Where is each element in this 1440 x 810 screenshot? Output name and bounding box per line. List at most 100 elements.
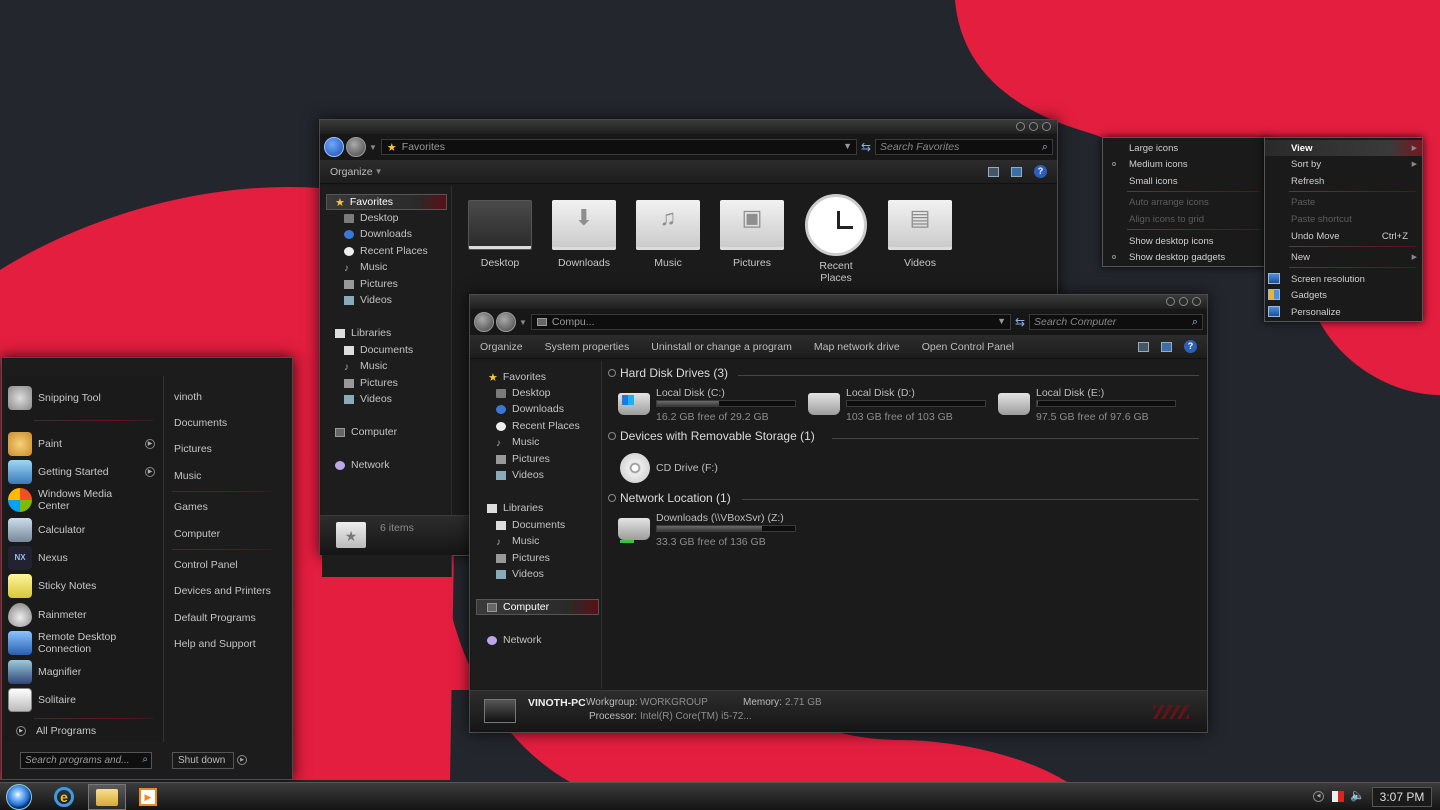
program-rainmeter[interactable]: Rainmeter xyxy=(4,601,163,629)
menu-large-icons[interactable]: Large icons xyxy=(1103,140,1267,156)
menu-show-desktop-icons[interactable]: Show desktop icons xyxy=(1103,233,1267,249)
nav-network[interactable]: Network xyxy=(322,457,451,473)
item-desktop[interactable]: Desktop xyxy=(463,200,537,269)
search-icon[interactable]: ⌕ xyxy=(1192,316,1198,329)
nav-lib-music[interactable]: ♪ Music xyxy=(322,358,451,374)
history-dropdown-icon[interactable]: ▼ xyxy=(519,318,527,327)
collapse-icon[interactable] xyxy=(608,369,616,377)
nav-network[interactable]: Network xyxy=(472,632,601,648)
nav-lib-music[interactable]: ♪ Music xyxy=(472,533,601,549)
nav-favorites[interactable]: ★ Favorites xyxy=(472,369,601,385)
cd-drive-label[interactable]: CD Drive (F:) xyxy=(656,462,718,474)
menu-align-grid[interactable]: Align icons to grid xyxy=(1103,211,1267,227)
nav-videos[interactable]: Videos xyxy=(472,467,601,483)
taskbar-explorer[interactable] xyxy=(88,784,126,810)
drive-c[interactable]: Local Disk (C:) 16.2 GB free of 29.2 GB xyxy=(618,387,798,423)
action-center-flag-icon[interactable] xyxy=(1332,791,1344,802)
menu-gadgets[interactable]: Gadgets xyxy=(1265,287,1422,303)
nav-recent-places[interactable]: Recent Places xyxy=(322,243,451,259)
start-link-games[interactable]: Games xyxy=(174,501,208,513)
program-solitaire[interactable]: Solitaire xyxy=(4,686,163,714)
nav-lib-videos[interactable]: Videos xyxy=(472,566,601,582)
shutdown-button[interactable]: Shut down xyxy=(172,752,234,769)
change-view-icon[interactable] xyxy=(1138,341,1149,352)
nav-desktop[interactable]: Desktop xyxy=(472,385,601,401)
submenu-arrow-icon[interactable]: ▶ xyxy=(145,439,155,449)
start-link-pictures[interactable]: Pictures xyxy=(174,443,212,455)
open-control-panel-button[interactable]: Open Control Panel xyxy=(922,341,1014,353)
start-link-user[interactable]: vinoth xyxy=(174,391,202,403)
nav-pictures[interactable]: Pictures xyxy=(472,451,601,467)
start-link-music[interactable]: Music xyxy=(174,470,201,482)
menu-auto-arrange[interactable]: Auto arrange icons xyxy=(1103,194,1267,210)
start-link-default-programs[interactable]: Default Programs xyxy=(174,612,256,624)
nav-recent-places[interactable]: Recent Places xyxy=(472,418,601,434)
program-snipping-tool[interactable]: Snipping Tool xyxy=(4,384,163,412)
maximize-button[interactable] xyxy=(1029,122,1038,131)
item-downloads[interactable]: ⬇ Downloads xyxy=(547,200,621,269)
start-link-devices-printers[interactable]: Devices and Printers xyxy=(174,585,271,597)
program-media-center[interactable]: Windows Media Center xyxy=(4,486,163,514)
start-menu[interactable]: Snipping Tool Paint ▶ Getting Started ▶ Wi… xyxy=(1,357,293,780)
nav-pictures[interactable]: Pictures xyxy=(322,276,451,292)
menu-paste-shortcut[interactable]: Paste shortcut xyxy=(1265,211,1422,227)
desktop-context-menu[interactable]: View ▶ Sort by ▶ Refresh Paste Paste short… xyxy=(1264,137,1423,322)
preview-pane-icon[interactable] xyxy=(1161,341,1172,352)
nav-downloads[interactable]: Downloads xyxy=(322,226,451,242)
organize-button[interactable]: Organize xyxy=(330,166,373,178)
program-calculator[interactable]: Calculator xyxy=(4,516,163,544)
help-icon[interactable]: ? xyxy=(1034,165,1047,178)
menu-medium-icons[interactable]: Medium icons xyxy=(1103,156,1267,172)
history-dropdown-icon[interactable]: ▼ xyxy=(369,143,377,152)
computer-titlebar[interactable] xyxy=(470,295,1207,309)
help-icon[interactable]: ? xyxy=(1184,340,1197,353)
nav-libraries[interactable]: Libraries xyxy=(472,500,601,516)
nav-computer[interactable]: Computer xyxy=(476,599,599,615)
menu-screen-resolution[interactable]: Screen resolution xyxy=(1265,271,1422,287)
change-view-icon[interactable] xyxy=(988,166,999,177)
menu-view[interactable]: View ▶ xyxy=(1265,140,1422,156)
nav-favorites[interactable]: ★ Favorites xyxy=(326,194,447,210)
address-dropdown-icon[interactable]: ▼ xyxy=(843,141,852,151)
nav-videos[interactable]: Videos xyxy=(322,292,451,308)
menu-paste[interactable]: Paste xyxy=(1265,194,1422,210)
nav-lib-pictures[interactable]: Pictures xyxy=(472,550,601,566)
search-input[interactable]: Search Favorites ⌕ xyxy=(875,139,1053,155)
item-videos[interactable]: ▤ Videos xyxy=(883,200,957,269)
system-properties-button[interactable]: System properties xyxy=(545,341,630,353)
program-sticky-notes[interactable]: Sticky Notes xyxy=(4,572,163,600)
maximize-button[interactable] xyxy=(1179,297,1188,306)
organize-dropdown-icon[interactable]: ▼ xyxy=(375,167,383,176)
nav-music[interactable]: ♪ Music xyxy=(472,434,601,450)
menu-undo-move[interactable]: Undo Move Ctrl+Z xyxy=(1265,228,1422,244)
nav-lib-videos[interactable]: Videos xyxy=(322,391,451,407)
start-link-documents[interactable]: Documents xyxy=(174,417,227,429)
program-nexus[interactable]: NX Nexus xyxy=(4,544,163,572)
nav-lib-pictures[interactable]: Pictures xyxy=(322,375,451,391)
refresh-icon[interactable]: ⇆ xyxy=(857,140,875,154)
program-remote-desktop[interactable]: Remote Desktop Connection xyxy=(4,629,163,657)
program-magnifier[interactable]: Magnifier xyxy=(4,658,163,686)
taskbar-media-player[interactable]: ▶ xyxy=(130,784,168,810)
shutdown-options-icon[interactable]: ▶ xyxy=(237,755,247,765)
minimize-button[interactable] xyxy=(1166,297,1175,306)
collapse-icon[interactable] xyxy=(608,494,616,502)
back-button[interactable] xyxy=(324,137,344,157)
search-icon[interactable]: ⌕ xyxy=(142,754,148,765)
search-icon[interactable]: ⌕ xyxy=(1042,141,1048,154)
submenu-arrow-icon[interactable]: ▶ xyxy=(145,467,155,477)
preview-pane-icon[interactable] xyxy=(1011,166,1022,177)
item-recent-places[interactable]: Recent Places xyxy=(799,194,873,284)
navigation-pane[interactable]: ★ Favorites Desktop Downloads Recent Plac… xyxy=(472,361,602,689)
minimize-button[interactable] xyxy=(1016,122,1025,131)
taskbar-internet-explorer[interactable]: e xyxy=(46,784,84,810)
nav-music[interactable]: ♪ Music xyxy=(322,259,451,275)
nav-computer[interactable]: Computer xyxy=(322,424,451,440)
favorites-titlebar[interactable] xyxy=(320,120,1057,134)
address-dropdown-icon[interactable]: ▼ xyxy=(997,316,1006,326)
back-button[interactable] xyxy=(474,312,494,332)
section-hard-disk-drives[interactable]: Hard Disk Drives (3) xyxy=(608,366,728,380)
drive-e[interactable]: Local Disk (E:) 97.5 GB free of 97.6 GB xyxy=(998,387,1178,423)
view-submenu[interactable]: Large icons Medium icons Small icons Aut… xyxy=(1102,137,1268,267)
taskbar-clock[interactable]: 3:07 PM xyxy=(1372,787,1432,807)
